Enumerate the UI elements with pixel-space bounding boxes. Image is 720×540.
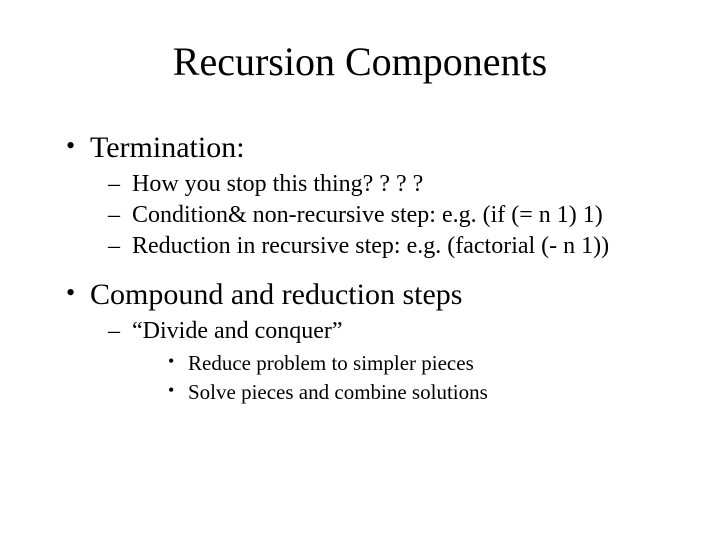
- subsub-bullet-text: Reduce problem to simpler pieces: [188, 351, 474, 375]
- sub-bullet-item: Condition& non-recursive step: e.g. (if …: [90, 202, 660, 229]
- slide: Recursion Components Termination: How yo…: [0, 0, 720, 540]
- slide-title: Recursion Components: [60, 38, 660, 85]
- sub-bullet-item: “Divide and conquer” Reduce problem to s…: [90, 318, 660, 405]
- subsub-bullet-item: Solve pieces and combine solutions: [132, 380, 660, 405]
- bullet-item: Compound and reduction steps “Divide and…: [60, 278, 660, 405]
- sub-bullet-list: How you stop this thing? ? ? ? Condition…: [90, 171, 660, 260]
- sub-bullet-text: Condition& non-recursive step: e.g. (if …: [132, 202, 603, 228]
- bullet-list: Termination: How you stop this thing? ? …: [60, 131, 660, 405]
- sub-bullet-item: How you stop this thing? ? ? ?: [90, 171, 660, 198]
- bullet-text: Termination:: [90, 131, 245, 164]
- subsub-bullet-text: Solve pieces and combine solutions: [188, 380, 488, 404]
- subsub-bullet-item: Reduce problem to simpler pieces: [132, 351, 660, 376]
- sub-bullet-list: “Divide and conquer” Reduce problem to s…: [90, 318, 660, 405]
- sub-bullet-text: How you stop this thing? ? ? ?: [132, 171, 423, 197]
- subsub-bullet-list: Reduce problem to simpler pieces Solve p…: [132, 351, 660, 405]
- bullet-item: Termination: How you stop this thing? ? …: [60, 131, 660, 260]
- sub-bullet-text: Reduction in recursive step: e.g. (facto…: [132, 233, 609, 259]
- sub-bullet-text: “Divide and conquer”: [132, 318, 343, 344]
- sub-bullet-item: Reduction in recursive step: e.g. (facto…: [90, 233, 660, 260]
- bullet-text: Compound and reduction steps: [90, 278, 462, 311]
